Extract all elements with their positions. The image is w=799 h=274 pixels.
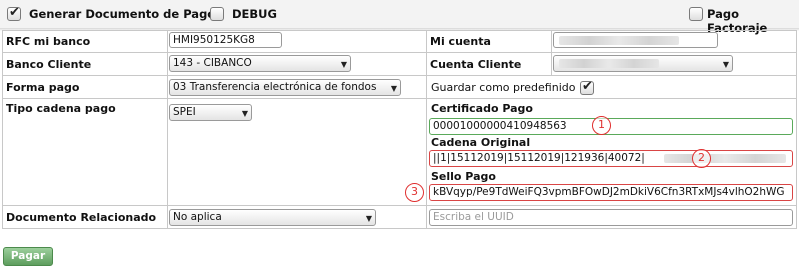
forma-pago-select[interactable]: 03 Transferencia electrónica de fondos ▼ bbox=[169, 79, 401, 96]
redacted-value bbox=[559, 36, 679, 45]
cuenta-cliente-select[interactable]: ▼ bbox=[553, 55, 733, 72]
dropdown-arrow-icon: ▼ bbox=[390, 84, 397, 93]
pagar-button[interactable]: Pagar bbox=[3, 247, 53, 266]
uuid-placeholder: Escriba el UUID bbox=[433, 211, 514, 223]
guardar-predefinido-checkbox[interactable]: ✔ bbox=[580, 79, 594, 95]
certificado-pago-input[interactable]: 00001000000410948563 bbox=[429, 118, 793, 135]
cadena-original-label: Cadena Original bbox=[431, 136, 531, 149]
banco-cliente-select[interactable]: 143 - CIBANCO ▼ bbox=[169, 55, 351, 72]
forma-pago-label: Forma pago bbox=[6, 80, 80, 94]
documento-relacionado-label: Documento Relacionado bbox=[6, 210, 157, 224]
redacted-value bbox=[559, 59, 659, 68]
dropdown-arrow-icon: ▼ bbox=[722, 60, 729, 69]
dropdown-arrow-icon: ▼ bbox=[365, 214, 372, 223]
checkmark-icon: ✔ bbox=[582, 79, 593, 94]
pago-factoraje-checkbox[interactable] bbox=[689, 7, 703, 21]
checkmark-icon: ✔ bbox=[9, 5, 20, 20]
dropdown-arrow-icon: ▼ bbox=[340, 60, 347, 69]
annotation-marker-3: 3 bbox=[405, 183, 424, 202]
annotation-marker-1: 1 bbox=[592, 116, 611, 135]
banco-cliente-value: 143 - CIBANCO bbox=[173, 57, 252, 69]
dropdown-arrow-icon: ▼ bbox=[241, 109, 248, 118]
cadena-original-input[interactable]: ||1|15112019|15112019|121936|40072| bbox=[429, 150, 793, 167]
sello-pago-label: Sello Pago bbox=[431, 170, 496, 183]
rfc-label: RFC mi banco bbox=[6, 35, 91, 48]
generar-documento-label: Generar Documento de Pago bbox=[29, 7, 216, 21]
uuid-input[interactable]: Escriba el UUID bbox=[429, 209, 793, 226]
certificado-pago-label: Certificado Pago bbox=[431, 102, 533, 115]
generar-documento-checkbox[interactable]: ✔ bbox=[7, 5, 21, 21]
debug-label: DEBUG bbox=[232, 7, 277, 21]
tipo-cadena-label: Tipo cadena pago bbox=[6, 102, 116, 115]
redacted-value bbox=[664, 154, 786, 163]
tipo-cadena-select[interactable]: SPEI ▼ bbox=[169, 104, 252, 121]
mi-cuenta-label: Mi cuenta bbox=[430, 35, 491, 48]
annotation-marker-2: 2 bbox=[692, 149, 711, 168]
cadena-original-value: ||1|15112019|15112019|121936|40072| bbox=[433, 152, 645, 164]
rfc-input[interactable]: HMI950125KG8 bbox=[169, 32, 282, 48]
tipo-cadena-value: SPEI bbox=[173, 106, 196, 118]
banco-cliente-label: Banco Cliente bbox=[6, 57, 92, 71]
cuenta-cliente-label: Cuenta Cliente bbox=[430, 57, 522, 71]
forma-pago-value: 03 Transferencia electrónica de fondos bbox=[173, 81, 377, 93]
documento-relacionado-value: No aplica bbox=[173, 211, 222, 223]
documento-relacionado-select[interactable]: No aplica ▼ bbox=[169, 209, 376, 226]
mi-cuenta-input[interactable] bbox=[553, 32, 718, 48]
sello-pago-input[interactable]: kBVqyp/Pe9TdWeiFQ3vpmBFOwDJ2mDkiV6Cfn3RT… bbox=[429, 184, 793, 201]
guardar-predefinido-label: Guardar como predefinido bbox=[431, 81, 576, 94]
debug-checkbox[interactable] bbox=[210, 7, 224, 21]
